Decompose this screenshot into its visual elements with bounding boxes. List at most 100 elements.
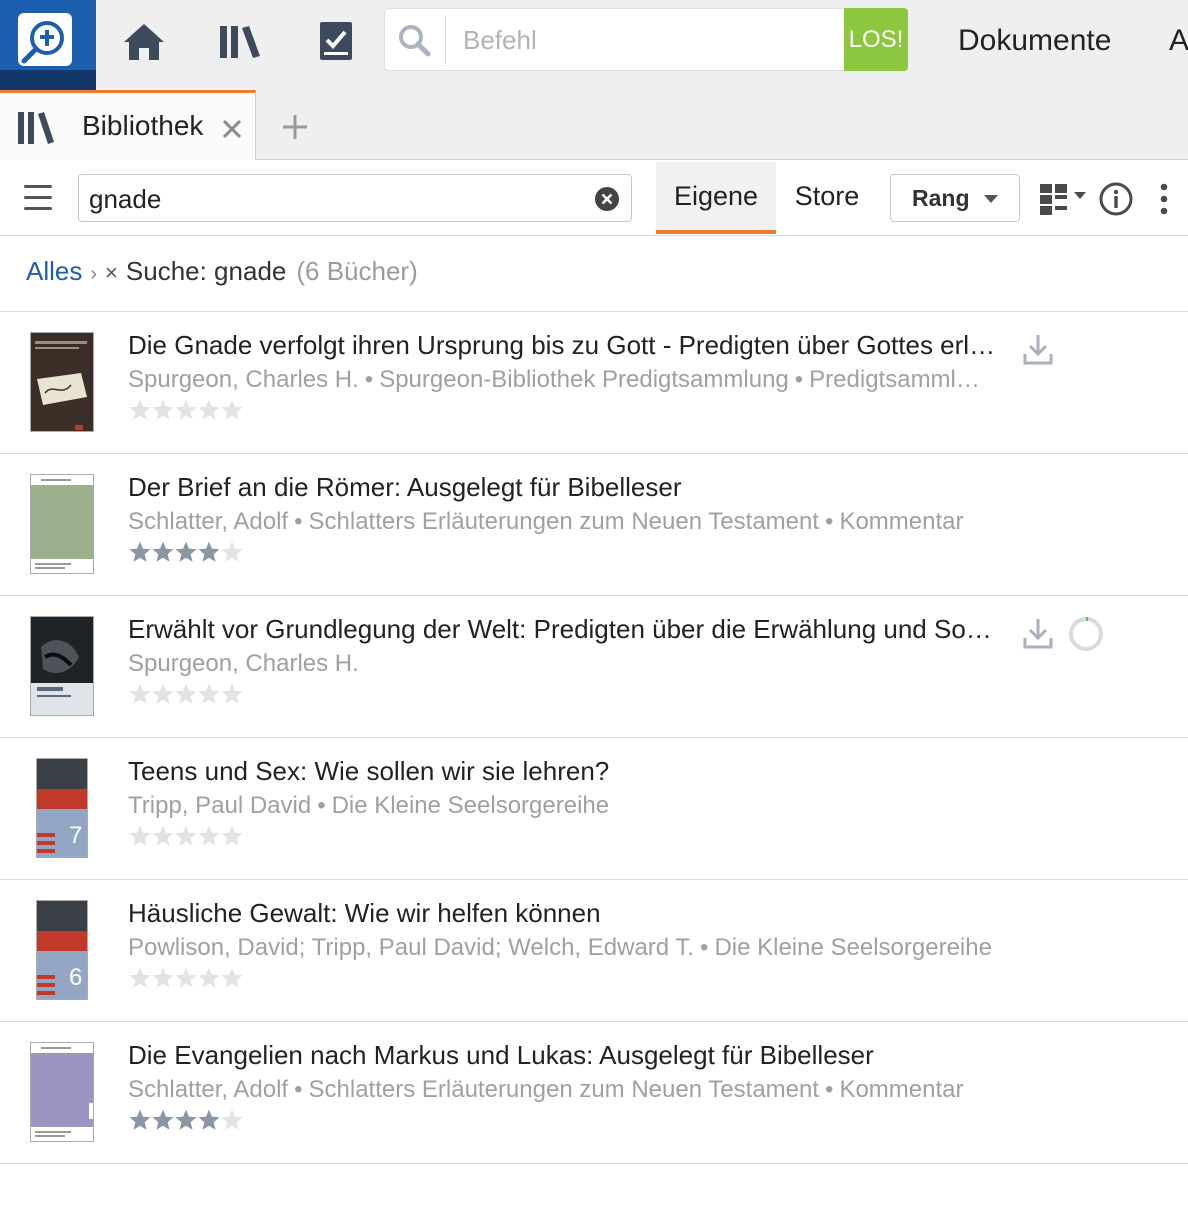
sort-dropdown[interactable]: Rang [890, 174, 1020, 222]
star-filled-icon[interactable] [128, 1108, 152, 1132]
scope-tab-own[interactable]: Eigene [656, 162, 776, 234]
meta-separator: • [825, 1076, 834, 1103]
breadcrumb-root[interactable]: Alles [26, 256, 82, 286]
book-title: Die Gnade verfolgt ihren Ursprung bis zu… [128, 330, 996, 360]
star-filled-icon[interactable] [151, 1108, 175, 1132]
breadcrumb: Alles › × Suche: gnade (6 Bücher) [26, 256, 418, 292]
star-empty-icon[interactable] [197, 398, 221, 422]
book-series: Schlatters Erläuterungen zum Neuen Testa… [308, 1076, 820, 1103]
star-rating[interactable] [128, 682, 243, 712]
star-empty-icon[interactable] [151, 682, 175, 706]
book-row[interactable]: 7 Teens und Sex: Wie sollen wir sie lehr… [0, 738, 1188, 880]
star-empty-icon[interactable] [220, 682, 244, 706]
star-empty-icon[interactable] [220, 824, 244, 848]
book-row[interactable]: Die Gnade verfolgt ihren Ursprung bis zu… [0, 312, 1188, 454]
book-meta: Powlison, David; Tripp, Paul David; Welc… [128, 934, 998, 962]
star-filled-icon[interactable] [128, 540, 152, 564]
star-filled-icon[interactable] [151, 540, 175, 564]
book-meta: Spurgeon, Charles H. [128, 650, 998, 678]
tab-label: Bibliothek [82, 110, 204, 141]
next-menu-item[interactable]: A [1169, 24, 1188, 58]
download-icon[interactable] [1022, 616, 1054, 650]
star-empty-icon[interactable] [128, 966, 152, 990]
add-tab-icon[interactable] [280, 112, 310, 142]
star-empty-icon[interactable] [220, 1108, 244, 1132]
book-cover [30, 616, 94, 716]
result-count: (6 Bücher) [296, 256, 418, 286]
star-empty-icon[interactable] [151, 966, 175, 990]
star-empty-icon[interactable] [128, 682, 152, 706]
star-empty-icon[interactable] [197, 966, 221, 990]
star-filled-icon[interactable] [197, 1108, 221, 1132]
library-search-input[interactable] [89, 181, 579, 217]
logos-logo-icon [18, 13, 72, 66]
book-cover [30, 474, 94, 574]
book-row[interactable]: 6 Häusliche Gewalt: Wie wir helfen könne… [0, 880, 1188, 1022]
checklist-icon[interactable] [312, 18, 360, 66]
star-filled-icon[interactable] [174, 540, 198, 564]
command-input[interactable] [463, 19, 833, 61]
sort-label: Rang [912, 185, 970, 211]
clear-search-icon[interactable] [595, 187, 619, 211]
star-empty-icon[interactable] [128, 824, 152, 848]
book-title: Teens und Sex: Wie sollen wir sie lehren… [128, 756, 610, 786]
book-cover [30, 332, 94, 432]
book-author: Powlison, David; Tripp, Paul David; Welc… [128, 934, 695, 961]
meta-separator: • [294, 508, 303, 535]
star-empty-icon[interactable] [220, 540, 244, 564]
star-empty-icon[interactable] [174, 398, 198, 422]
star-empty-icon[interactable] [174, 682, 198, 706]
star-empty-icon[interactable] [174, 824, 198, 848]
book-meta: Schlatter, Adolf • Schlatters Erläuterunge… [128, 508, 998, 536]
home-icon[interactable] [120, 18, 168, 66]
more-options-icon[interactable] [1156, 181, 1172, 217]
info-icon[interactable] [1098, 181, 1134, 217]
meta-separator: • [317, 792, 326, 819]
star-empty-icon[interactable] [151, 398, 175, 422]
star-empty-icon[interactable] [174, 966, 198, 990]
library-icon[interactable] [216, 18, 264, 66]
star-rating[interactable] [128, 398, 243, 428]
book-meta: Spurgeon, Charles H. • Spurgeon-Bibliothek… [128, 366, 998, 394]
star-empty-icon[interactable] [128, 398, 152, 422]
menu-icon[interactable] [24, 185, 54, 211]
star-empty-icon[interactable] [151, 824, 175, 848]
star-empty-icon[interactable] [197, 824, 221, 848]
tab-strip: Bibliothek [0, 90, 1188, 160]
library-search-field [78, 174, 632, 222]
app-logo[interactable] [0, 0, 96, 90]
go-button[interactable]: LOS! [844, 8, 908, 71]
star-empty-icon[interactable] [220, 398, 244, 422]
star-rating[interactable] [128, 966, 243, 996]
scope-tab-store[interactable]: Store [780, 162, 874, 234]
book-series: Schlatters Erläuterungen zum Neuen Testa… [308, 508, 820, 535]
meta-separator: • [700, 934, 709, 961]
book-cover: 6 [36, 900, 88, 1000]
book-series: Spurgeon-Bibliothek Predigtsammlung [379, 366, 789, 393]
star-rating[interactable] [128, 824, 243, 854]
book-row[interactable]: Erwählt vor Grundlegung der Welt: Predig… [0, 596, 1188, 738]
library-filter-bar: Eigene Store Rang [0, 160, 1188, 236]
star-empty-icon[interactable] [220, 966, 244, 990]
command-box: LOS! [384, 8, 908, 71]
library-icon [16, 111, 60, 145]
download-progress-icon [1068, 616, 1104, 652]
book-row[interactable]: Die Evangelien nach Markus und Lukas: Au… [0, 1022, 1188, 1164]
star-filled-icon[interactable] [174, 1108, 198, 1132]
view-mode-icon[interactable] [1038, 182, 1090, 216]
caret-down-icon [984, 195, 998, 203]
star-filled-icon[interactable] [197, 540, 221, 564]
remove-filter-icon[interactable]: × [105, 260, 118, 285]
documents-menu[interactable]: Dokumente [958, 24, 1111, 58]
star-empty-icon[interactable] [197, 682, 221, 706]
command-separator [445, 15, 446, 65]
meta-separator: • [825, 508, 834, 535]
tab-library[interactable]: Bibliothek [0, 90, 256, 160]
star-rating[interactable] [128, 540, 243, 570]
close-icon[interactable] [220, 117, 244, 141]
book-list: Die Gnade verfolgt ihren Ursprung bis zu… [0, 312, 1188, 1164]
book-row[interactable]: Der Brief an die Römer: Ausgelegt für Bi… [0, 454, 1188, 596]
book-title: Die Evangelien nach Markus und Lukas: Au… [128, 1040, 874, 1070]
star-rating[interactable] [128, 1108, 243, 1138]
download-icon[interactable] [1022, 332, 1054, 366]
